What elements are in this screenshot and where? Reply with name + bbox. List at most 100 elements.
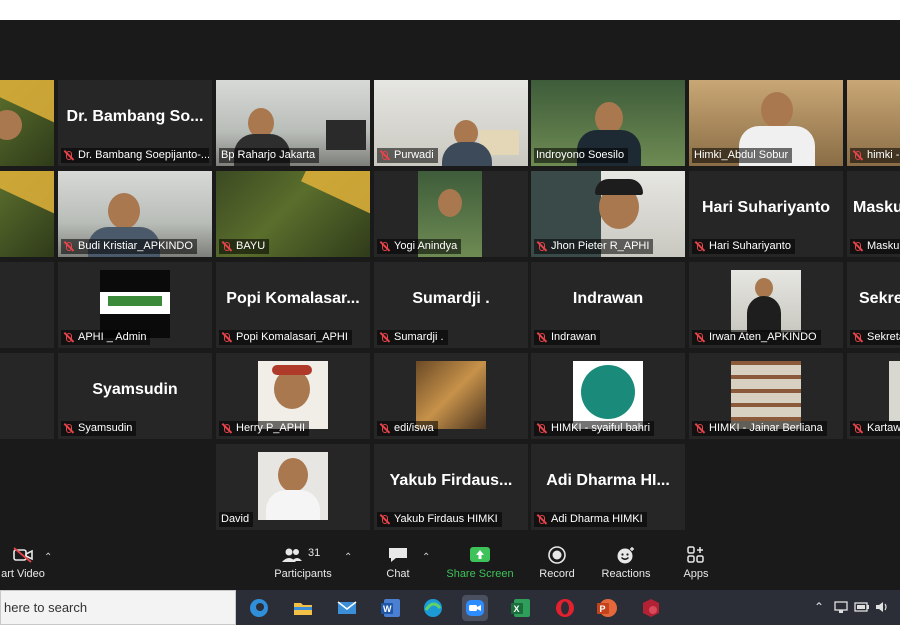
- muted-mic-icon: [852, 241, 863, 252]
- taskbar-search-box[interactable]: here to search: [0, 590, 236, 625]
- video-tile[interactable]: Indrawan Indrawan: [531, 262, 685, 348]
- video-gallery: Dr. Bambang So... Dr. Bambang Soepijanto…: [0, 20, 900, 540]
- video-tile[interactable]: Masku Masku: [847, 171, 900, 257]
- participant-face: [438, 189, 462, 217]
- participant-name: Yakub Firdaus HIMKI: [377, 512, 502, 527]
- video-tile[interactable]: edi/iswa: [374, 353, 528, 439]
- video-tile[interactable]: Kartaw: [847, 353, 900, 439]
- record-icon: [546, 546, 568, 564]
- search-placeholder: here to search: [4, 600, 88, 615]
- video-tile[interactable]: Sumardji . Sumardji .: [374, 262, 528, 348]
- video-tile[interactable]: APHI _ Admin: [58, 262, 212, 348]
- video-tile[interactable]: Budi Kristiar_APKINDO: [58, 171, 212, 257]
- video-tile[interactable]: Himki_Abdul Sobur: [689, 80, 843, 166]
- muted-mic-icon: [852, 332, 863, 343]
- shared-slide: [0, 171, 54, 257]
- participant-body: [747, 296, 781, 332]
- video-tile[interactable]: [0, 80, 54, 166]
- participant-name: Adi Dharma HIMKI: [534, 512, 647, 527]
- video-tile[interactable]: Adi Dharma HI... Adi Dharma HIMKI: [531, 444, 685, 530]
- word-icon[interactable]: W: [378, 595, 404, 621]
- video-tile[interactable]: [0, 262, 54, 348]
- video-tile[interactable]: himki -: [847, 80, 900, 166]
- excel-icon[interactable]: X: [508, 595, 534, 621]
- share-screen-button[interactable]: Share Screen: [444, 546, 516, 588]
- profile-picture: [416, 361, 486, 429]
- video-tile[interactable]: Syamsudin Syamsudin: [58, 353, 212, 439]
- participants-button[interactable]: 31 Participants: [268, 546, 338, 588]
- video-tile[interactable]: Irwan Aten_APKINDO: [689, 262, 843, 348]
- video-tile[interactable]: Popi Komalasar... Popi Komalasari_APHI: [216, 262, 370, 348]
- video-tile[interactable]: Purwadi: [374, 80, 528, 166]
- battery-icon[interactable]: [854, 600, 870, 617]
- participant-face: [761, 92, 793, 128]
- chevron-up-icon[interactable]: ⌃: [44, 552, 52, 563]
- participant-initials: Sekre: [859, 290, 900, 307]
- muted-mic-icon: [221, 332, 232, 343]
- participant-name: HIMKI - Jainar Berliana: [692, 421, 827, 436]
- app-icon[interactable]: [638, 595, 664, 621]
- muted-mic-icon: [694, 241, 705, 252]
- file-explorer-icon[interactable]: [290, 595, 316, 621]
- mail-icon[interactable]: [334, 595, 360, 621]
- cap: [595, 179, 643, 195]
- participant-name: BAYU: [219, 239, 270, 254]
- participant-name: APHI _ Admin: [61, 330, 151, 345]
- video-tile[interactable]: Bp Raharjo Jakarta: [216, 80, 370, 166]
- video-tile[interactable]: BAYU: [216, 171, 370, 257]
- profile-picture: [889, 361, 900, 421]
- muted-mic-icon: [379, 150, 390, 161]
- powerpoint-icon[interactable]: P: [594, 595, 620, 621]
- video-tile[interactable]: Herry P_APHI: [216, 353, 370, 439]
- video-tile[interactable]: Jhon Pieter R_APHI: [531, 171, 685, 257]
- participant-initials: Dr. Bambang So...: [66, 108, 204, 125]
- participant-initials: Sumardji .: [412, 290, 490, 307]
- video-tile[interactable]: [0, 353, 54, 439]
- muted-mic-icon: [63, 150, 74, 161]
- active-speaker-tile[interactable]: Indroyono Soesilo: [531, 80, 685, 166]
- volume-icon[interactable]: [874, 600, 890, 617]
- video-tile[interactable]: HIMKI - syaiful bahri: [531, 353, 685, 439]
- share-screen-icon: [469, 546, 491, 564]
- apps-button[interactable]: Apps: [676, 546, 716, 588]
- video-tile[interactable]: Sekre Sekreta: [847, 262, 900, 348]
- meeting-toolbar: art Video ⌃ 31 Participants ⌃ Chat ⌃ Sha…: [0, 540, 900, 590]
- participant-name: Purwadi: [377, 148, 438, 163]
- video-tile[interactable]: Hari Suhariyanto Hari Suhariyanto: [689, 171, 843, 257]
- participant-face: [755, 278, 773, 298]
- chat-button[interactable]: Chat: [380, 546, 416, 588]
- participant-name: himki -: [850, 148, 900, 163]
- video-tile[interactable]: Yakub Firdaus... Yakub Firdaus HIMKI: [374, 444, 528, 530]
- muted-mic-icon: [852, 150, 863, 161]
- muted-mic-icon: [379, 423, 390, 434]
- video-tile[interactable]: Dr. Bambang So... Dr. Bambang Soepijanto…: [58, 80, 212, 166]
- start-video-button[interactable]: art Video: [0, 546, 46, 588]
- profile-picture: [731, 361, 801, 429]
- chevron-up-icon[interactable]: ⌃: [422, 552, 430, 563]
- record-button[interactable]: Record: [534, 546, 580, 588]
- participant-body: [266, 490, 320, 520]
- logo-mark: [108, 296, 162, 306]
- video-tile[interactable]: Yogi Anindya: [374, 171, 528, 257]
- svg-text:X: X: [514, 604, 520, 614]
- reactions-button[interactable]: Reactions: [598, 546, 654, 588]
- network-icon[interactable]: [834, 600, 850, 617]
- participant-name: Jhon Pieter R_APHI: [534, 239, 654, 254]
- zoom-icon[interactable]: [462, 595, 488, 621]
- edge-icon[interactable]: [420, 595, 446, 621]
- edge-legacy-icon[interactable]: [246, 595, 272, 621]
- participant-face: [278, 458, 308, 492]
- muted-mic-icon: [221, 241, 232, 252]
- muted-mic-icon: [379, 514, 390, 525]
- video-tile[interactable]: David: [216, 444, 370, 530]
- video-tile[interactable]: [0, 171, 54, 257]
- chat-icon: [387, 546, 409, 564]
- participant-name: Bp Raharjo Jakarta: [219, 148, 320, 163]
- participant-name: HIMKI - syaiful bahri: [534, 421, 655, 436]
- muted-mic-icon: [221, 423, 232, 434]
- chevron-up-icon[interactable]: ⌃: [814, 600, 824, 614]
- participant-initials: Masku: [853, 199, 900, 216]
- opera-icon[interactable]: [552, 595, 578, 621]
- chevron-up-icon[interactable]: ⌃: [344, 552, 352, 563]
- video-tile[interactable]: HIMKI - Jainar Berliana: [689, 353, 843, 439]
